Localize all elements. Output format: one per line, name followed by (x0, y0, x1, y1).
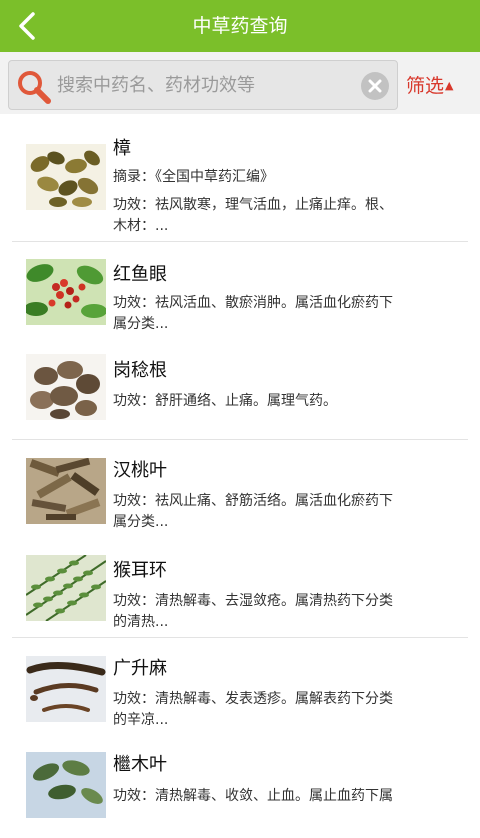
herb-effect-cont: 木材：... (113, 218, 169, 234)
herb-name: 檵木叶 (113, 754, 167, 775)
herb-effect: 功效：祛风止痛、舒筋活络。属活血化瘀药下 (113, 493, 393, 509)
herb-name: 岗稔根 (113, 360, 167, 381)
list-item[interactable]: 汉桃叶 功效：祛风止痛、舒筋活络。属活血化瘀药下 属分类... (0, 440, 480, 540)
list-item[interactable]: 猴耳环 功效：清热解毒、去湿敛疮。属清热药下分类 的清热... (0, 540, 480, 638)
list-item[interactable]: 红鱼眼 功效：祛风活血、散瘀消肿。属活血化瘀药下 属分类... (0, 242, 480, 342)
herb-effect-cont: 的清热... (113, 614, 169, 630)
list-item[interactable]: 广升麻 功效：清热解毒、发表透疹。属解表药下分类 的辛凉... (0, 638, 480, 738)
herb-thumbnail (26, 259, 106, 325)
herb-thumbnail (26, 354, 106, 420)
herb-effect-cont: 的辛凉... (113, 712, 169, 728)
search-box[interactable] (8, 60, 398, 110)
herb-effect-cont: 属分类... (113, 514, 169, 530)
herb-thumbnail (26, 752, 106, 818)
herb-thumbnail (26, 555, 106, 621)
herb-source: 摘录：《全国中草药汇编》 (113, 169, 274, 185)
herb-effect: 功效：清热解毒、发表透疹。属解表药下分类 (113, 691, 393, 707)
herb-list: 樟 摘录：《全国中草药汇编》 功效：祛风散寒，理气活血，止痛止痒。根、 木材：.… (0, 114, 480, 838)
filter-button[interactable]: 筛选▲ (406, 72, 453, 100)
herb-thumbnail (26, 144, 106, 210)
top-bar: 中草药查询 (0, 0, 480, 52)
clear-icon[interactable] (361, 72, 389, 100)
herb-name: 猴耳环 (113, 560, 167, 581)
search-bar: 筛选▲ (0, 52, 480, 114)
herb-name: 红鱼眼 (113, 264, 167, 285)
list-item[interactable]: 樟 摘录：《全国中草药汇编》 功效：祛风散寒，理气活血，止痛止痒。根、 木材：.… (0, 114, 480, 242)
page-title: 中草药查询 (192, 15, 288, 37)
herb-name: 汉桃叶 (113, 460, 167, 481)
triangle-up-icon: ▲ (445, 79, 454, 92)
search-icon (18, 71, 51, 104)
list-item[interactable]: 岗稔根 功效：舒肝通络、止痛。属理气药。 (0, 342, 480, 440)
herb-name: 广升麻 (113, 658, 167, 679)
herb-thumbnail (26, 458, 106, 524)
herb-name: 樟 (113, 138, 131, 159)
herb-thumbnail (26, 656, 106, 722)
herb-effect: 功效：祛风散寒，理气活血，止痛止痒。根、 (113, 197, 393, 213)
herb-effect: 功效：清热解毒、去湿敛疮。属清热药下分类 (113, 593, 393, 609)
filter-label: 筛选 (406, 75, 445, 97)
herb-effect: 功效：祛风活血、散瘀消肿。属活血化瘀药下 (113, 295, 393, 311)
herb-effect: 功效：清热解毒、收敛、止血。属止血药下属 (113, 788, 393, 804)
herb-effect-cont: 属分类... (113, 316, 169, 332)
search-input[interactable] (57, 61, 347, 109)
herb-effect: 功效：舒肝通络、止痛。属理气药。 (113, 393, 337, 409)
list-item[interactable]: 檵木叶 功效：清热解毒、收敛、止血。属止血药下属 (0, 738, 480, 838)
